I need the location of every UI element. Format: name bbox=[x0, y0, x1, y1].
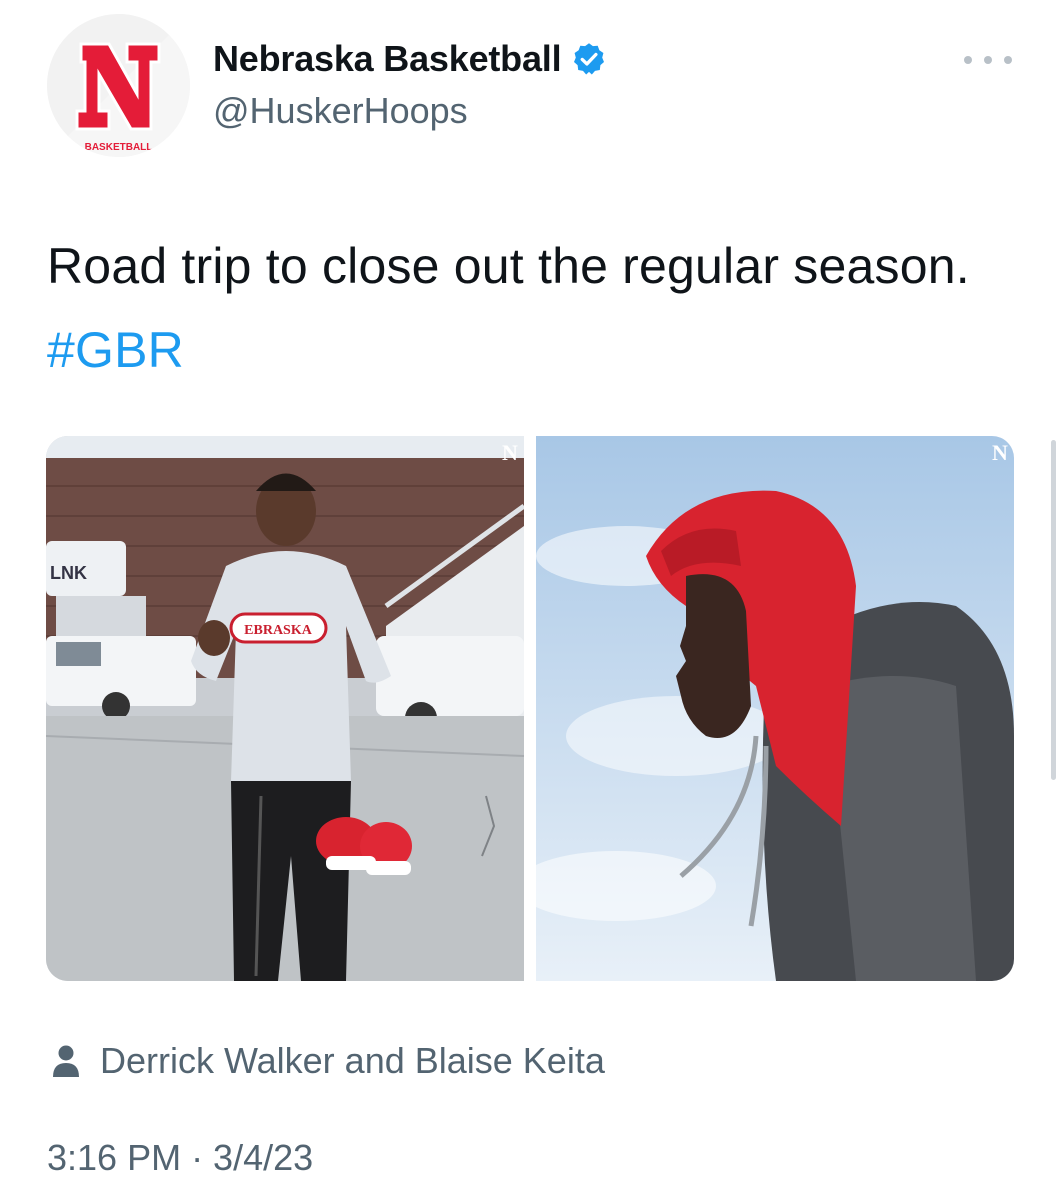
svg-text:EBRASKA: EBRASKA bbox=[244, 623, 313, 638]
tweet-body: Road trip to close out the regular seaso… bbox=[47, 238, 970, 294]
svg-text:LNK: LNK bbox=[50, 563, 87, 583]
more-dot-icon bbox=[964, 56, 972, 64]
scrollbar[interactable] bbox=[1051, 440, 1056, 780]
logo-caption: BASKETBALL bbox=[85, 142, 153, 153]
account-handle[interactable]: @HuskerHoops bbox=[213, 90, 468, 132]
tagged-people-row[interactable]: Derrick Walker and Blaise Keita bbox=[52, 1040, 605, 1082]
tweet-timestamp[interactable]: 3:16 PM · 3/4/23 bbox=[47, 1137, 313, 1179]
tweet: BASKETBALL Nebraska Basketball @HuskerHo… bbox=[0, 0, 1059, 1200]
tagged-people-text[interactable]: Derrick Walker and Blaise Keita bbox=[100, 1040, 605, 1082]
photo-player-airport-icon: LNK EBRASKA N bbox=[46, 436, 524, 981]
more-options-button[interactable] bbox=[964, 48, 1012, 72]
author-row: Nebraska Basketball bbox=[213, 38, 607, 80]
svg-text:N: N bbox=[502, 440, 518, 465]
photo-player-red-hood-icon: N bbox=[536, 436, 1014, 981]
photo-1[interactable]: LNK EBRASKA N bbox=[46, 436, 524, 981]
person-icon bbox=[53, 1045, 79, 1077]
profile-avatar[interactable]: BASKETBALL bbox=[47, 14, 190, 157]
tweet-text: Road trip to close out the regular seaso… bbox=[47, 224, 1007, 392]
nebraska-logo-icon: BASKETBALL bbox=[47, 14, 190, 157]
display-name[interactable]: Nebraska Basketball bbox=[213, 38, 562, 80]
svg-text:N: N bbox=[992, 440, 1008, 465]
verified-badge-icon bbox=[574, 43, 605, 75]
more-dot-icon bbox=[1004, 56, 1012, 64]
more-dot-icon bbox=[984, 56, 992, 64]
media-grid: LNK EBRASKA N N bbox=[46, 436, 1014, 981]
hashtag-link[interactable]: #GBR bbox=[47, 322, 184, 378]
photo-2[interactable]: N bbox=[536, 436, 1014, 981]
